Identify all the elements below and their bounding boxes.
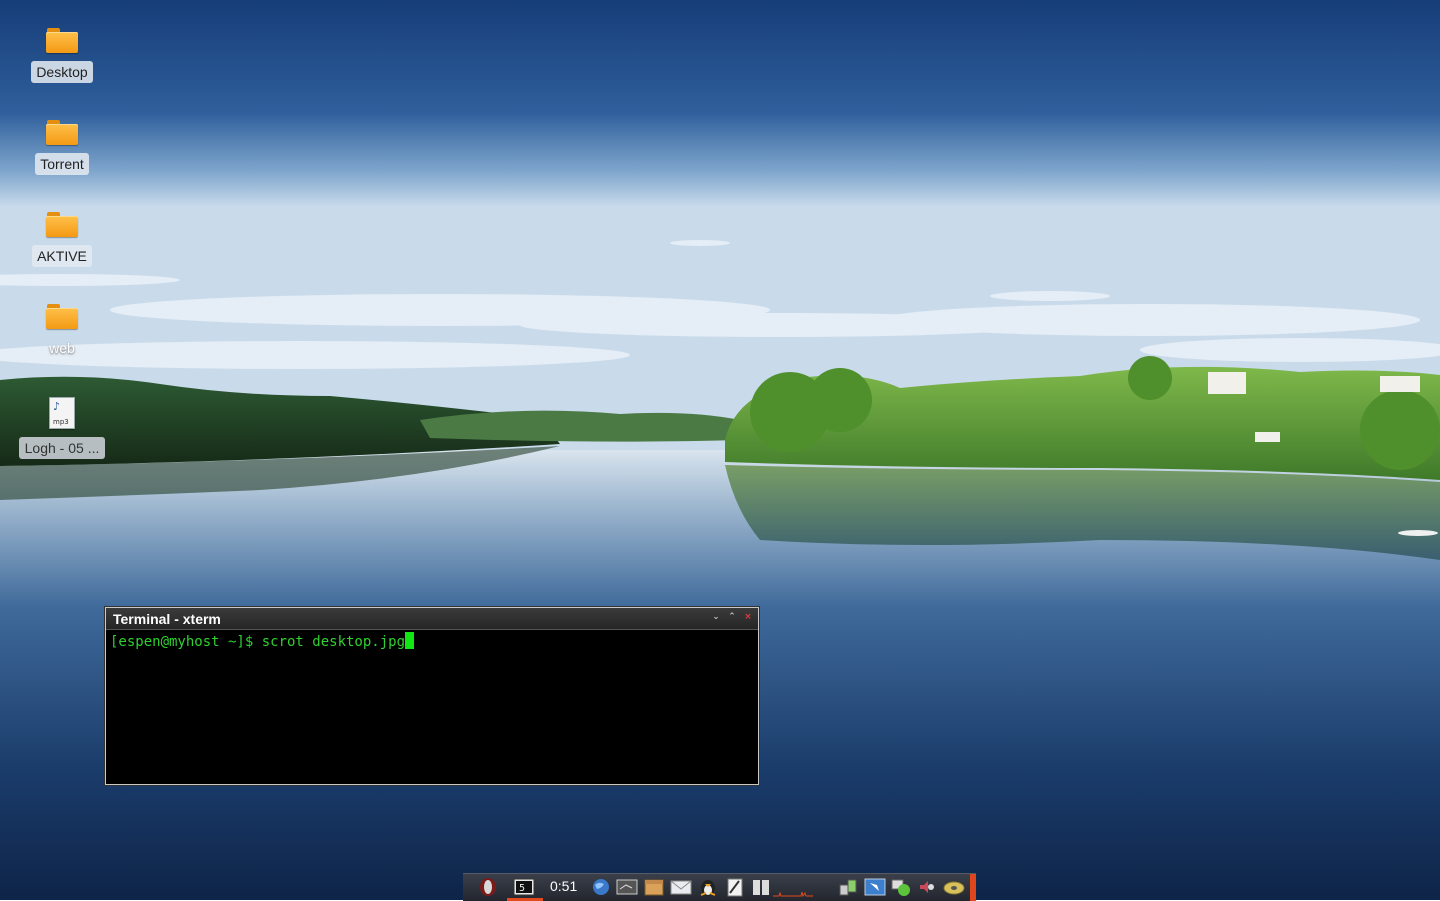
folder-icon — [46, 120, 78, 145]
folder-icon — [46, 28, 78, 53]
terminal-app-icon[interactable]: 5 — [513, 877, 535, 897]
desktop-icon-desktop[interactable]: Desktop — [12, 28, 112, 83]
desktop-icon-label: Desktop — [31, 61, 93, 83]
mp3-file-icon: ♪ mp3 — [49, 397, 75, 429]
taskbar-end-handle[interactable] — [970, 874, 976, 901]
terminal-window[interactable]: Terminal - xterm ⌄ ⌃ × [espen@myhost ~]$… — [105, 607, 759, 785]
clock[interactable]: 0:51 — [550, 878, 577, 894]
desktop-icon-web[interactable]: web — [12, 304, 112, 359]
desktop-icon-label: Logh - 05 ... — [18, 437, 106, 459]
desktop-icon-torrent[interactable]: Torrent — [12, 120, 112, 175]
minimize-button[interactable]: ⌄ — [712, 611, 720, 623]
chat-icon[interactable] — [890, 877, 912, 897]
volume-icon[interactable] — [916, 877, 938, 897]
typed-command: scrot desktop.jpg — [261, 634, 406, 650]
app-menu-icon[interactable] — [477, 877, 499, 897]
penguin-icon[interactable] — [697, 877, 719, 897]
folder-icon — [46, 304, 78, 329]
archive-icon[interactable] — [643, 877, 665, 897]
text-editor-icon[interactable] — [724, 877, 746, 897]
pager-icon[interactable] — [751, 877, 773, 897]
text-cursor — [405, 632, 415, 649]
desktop-icon-mp3-file[interactable]: ♪ mp3 Logh - 05 ... — [12, 397, 112, 459]
folder-icon — [46, 212, 78, 237]
globe-icon[interactable] — [590, 877, 612, 897]
cpu-graph-icon — [773, 877, 813, 898]
mail-icon[interactable] — [670, 877, 692, 897]
maximize-button[interactable]: ⌃ — [728, 611, 736, 623]
desktop-icon-aktive[interactable]: AKTIVE — [12, 212, 112, 267]
svg-text:5: 5 — [519, 883, 525, 894]
window-title: Terminal - xterm — [113, 611, 221, 627]
close-button[interactable]: × — [744, 611, 752, 623]
shell-prompt: [espen@myhost ~]$ — [110, 634, 262, 650]
terminal-output[interactable]: [espen@myhost ~]$ scrot desktop.jpg — [106, 630, 758, 653]
desktop-icon-label: AKTIVE — [32, 245, 92, 267]
network-icon[interactable] — [837, 877, 859, 897]
disc-icon[interactable] — [943, 877, 965, 897]
window-titlebar[interactable]: Terminal - xterm ⌄ ⌃ × — [106, 608, 758, 630]
monitor-icon[interactable] — [616, 877, 638, 897]
desktop-icon-label: web — [49, 340, 75, 356]
window-switch-icon[interactable] — [864, 877, 886, 897]
taskbar: 5 0:51 — [463, 873, 976, 901]
desktop-icon-label: Torrent — [35, 153, 89, 175]
